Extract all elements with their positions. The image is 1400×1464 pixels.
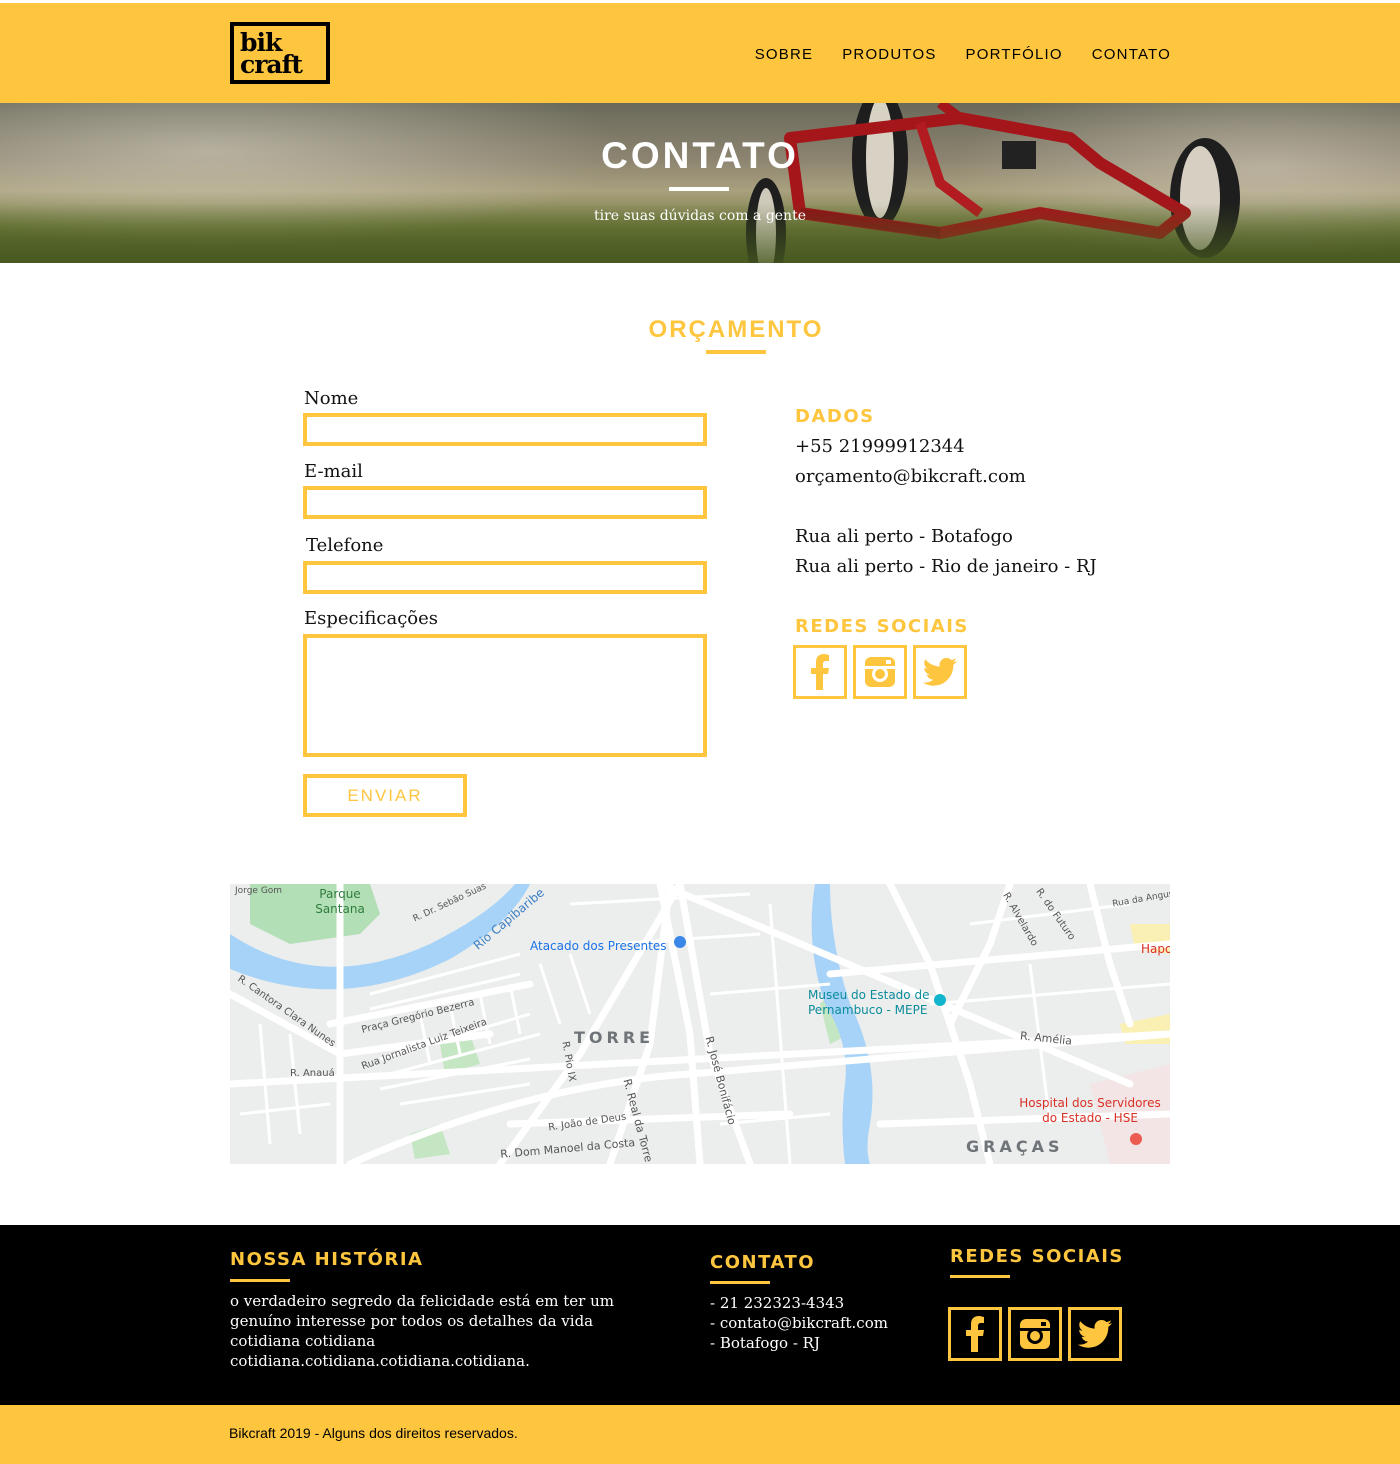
label-nome: Nome [304,388,359,409]
twitter-icon [1078,1320,1112,1348]
section-title-orcamento: ORÇAMENTO [648,316,824,343]
footer-history-text: o verdadeiro segredo da felicidade está … [230,1292,614,1370]
copyright-bar: Bikcraft 2019 - Alguns dos direitos rese… [0,1405,1400,1464]
section-title-underline [706,350,766,354]
footer-instagram-link[interactable] [1008,1307,1062,1361]
redes-sociais-heading: REDES SOCIAIS [795,616,969,637]
dados-heading: DADOS [795,406,875,427]
nav-portfolio[interactable]: PORTFÓLIO [966,46,1063,63]
instagram-icon [1020,1319,1050,1349]
footer-twitter-link[interactable] [1068,1307,1122,1361]
copyright-text: Bikcraft 2019 - Alguns dos direitos rese… [229,1425,518,1441]
info-phone: +55 21999912344 [795,436,965,457]
label-especificacoes: Especificações [304,608,439,629]
hero-title: CONTATO [601,135,799,176]
facebook-icon [811,654,829,690]
footer-history-underline [230,1279,290,1282]
facebook-link[interactable] [793,645,847,699]
map-label-gracas: GRAÇAS [966,1137,1064,1156]
bikcraft-logo[interactable]: bik craft [230,22,330,84]
footer-contact-email: - contato@bikcraft.com [710,1314,888,1332]
info-address-1: Rua ali perto - Botafogo [795,526,1013,547]
map-label-store: Atacado dos Presentes [530,939,667,953]
nav-contato[interactable]: CONTATO [1092,46,1171,63]
site-header: bik craft SOBRE PRODUTOS PORTFÓLIO CONTA… [0,3,1400,103]
twitter-link[interactable] [913,645,967,699]
footer-contact-heading: CONTATO [710,1252,816,1273]
textarea-especificacoes[interactable] [303,634,707,757]
instagram-icon [865,657,895,687]
input-nome[interactable] [303,413,707,446]
footer-history-heading: NOSSA HISTÓRIA [230,1249,424,1270]
footer-social-heading: REDES SOCIAIS [950,1246,1124,1267]
map-label-museum: Museu do Estado de Pernambuco - MEPE [808,988,930,1017]
facebook-icon [966,1316,984,1352]
footer-contact-underline [710,1281,770,1284]
label-email: E-mail [304,461,363,482]
info-email: orçamento@bikcraft.com [795,466,1026,487]
map-label-torre: TORRE [574,1028,655,1047]
info-address-2: Rua ali perto - Rio de janeiro - RJ [795,556,1097,577]
input-email[interactable] [303,486,707,519]
hero-title-underline [669,187,729,191]
map-label-hapo: Hapo [1141,942,1170,956]
map-label-hospital: Hospital dos Servidores do Estado - HSE [1019,1096,1161,1125]
logo-line-2: craft [240,50,303,79]
main-nav: SOBRE PRODUTOS PORTFÓLIO CONTATO [755,46,1171,63]
location-map[interactable]: Parque Santana Rio Capibaribe Atacado do… [230,884,1170,1164]
footer-social-underline [950,1275,1010,1278]
map-label-park: Parque Santana [315,887,365,916]
twitter-icon [923,658,957,686]
input-telefone[interactable] [303,561,707,594]
footer-contact-phone: - 21 232323-4343 [710,1294,845,1312]
footer-facebook-link[interactable] [948,1307,1002,1361]
enviar-button[interactable]: ENVIAR [303,774,467,817]
map-label-rua-jorge: Jorge Gom [235,886,283,896]
map-label-rua-anaua: R. Anauá [290,1068,335,1079]
nav-produtos[interactable]: PRODUTOS [842,46,936,63]
nav-sobre[interactable]: SOBRE [755,46,814,63]
hero-banner: CONTATO tire suas dúvidas com a gente [0,103,1400,263]
instagram-link[interactable] [853,645,907,699]
label-telefone: Telefone [306,535,384,556]
hero-subtitle: tire suas dúvidas com a gente [594,208,806,224]
site-footer: NOSSA HISTÓRIA o verdadeiro segredo da f… [0,1225,1400,1405]
footer-contact-place: - Botafogo - RJ [710,1334,820,1352]
